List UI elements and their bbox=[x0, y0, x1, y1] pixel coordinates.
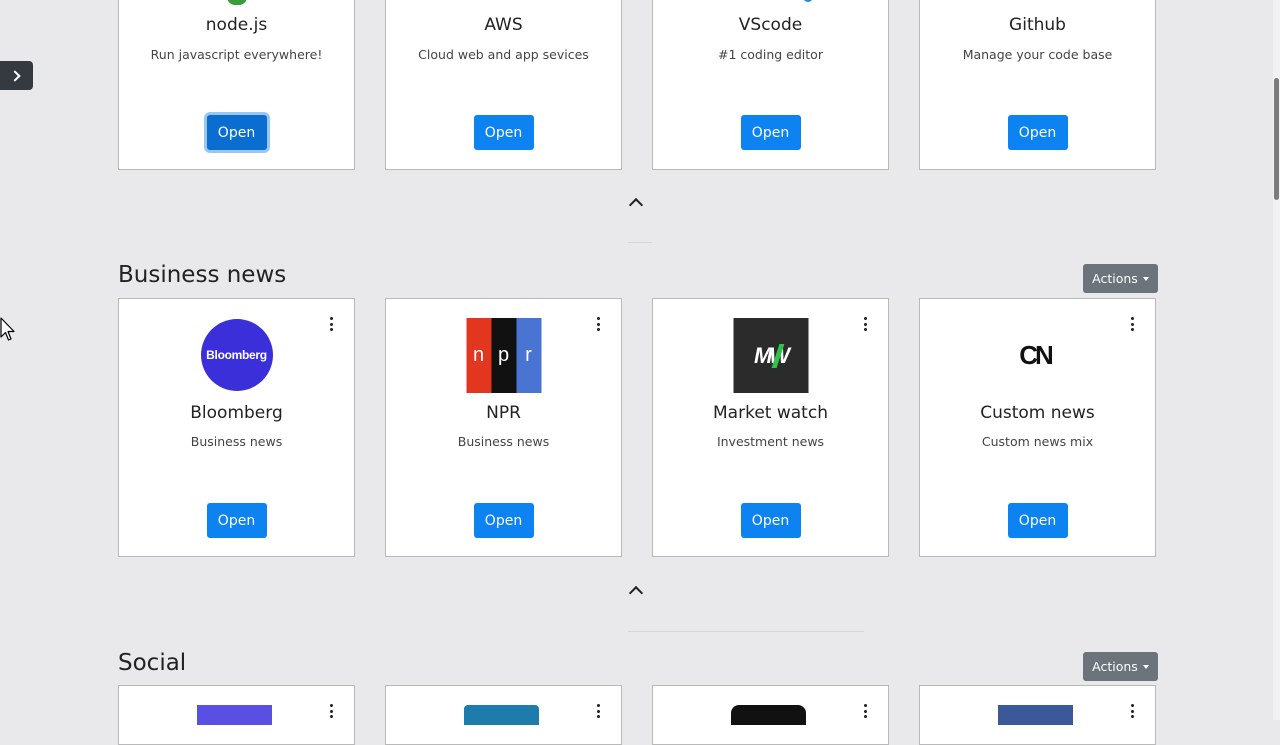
bloomberg-logo: Bloomberg bbox=[200, 319, 273, 391]
npr-logo: n p r bbox=[466, 318, 541, 393]
chevron-right-icon bbox=[9, 69, 21, 82]
social-logo bbox=[998, 705, 1073, 725]
open-button[interactable]: Open bbox=[740, 503, 801, 538]
more-options-icon[interactable] bbox=[594, 317, 602, 331]
card-title: NPR bbox=[486, 403, 521, 423]
marketwatch-logo: MW bbox=[733, 318, 808, 393]
social-logo bbox=[197, 705, 272, 725]
card-description: Investment news bbox=[716, 434, 825, 449]
app-card-nodejs: node.js Run javascript everywhere! Open bbox=[118, 0, 355, 170]
open-button[interactable]: Open bbox=[206, 503, 267, 538]
more-options-icon[interactable] bbox=[1128, 317, 1136, 331]
card-title: AWS bbox=[484, 15, 523, 35]
caret-down-icon bbox=[1142, 276, 1149, 281]
scrollbar-thumb[interactable] bbox=[1274, 78, 1279, 200]
card-description: Custom news mix bbox=[981, 434, 1094, 449]
news-card-bloomberg: Bloomberg Bloomberg Business news Open bbox=[118, 298, 355, 557]
more-options-icon[interactable] bbox=[861, 317, 869, 331]
app-card-aws: AWS Cloud web and app sevices Open bbox=[385, 0, 622, 170]
open-button[interactable]: Open bbox=[1007, 115, 1068, 150]
news-card-npr: n p r NPR Business news Open bbox=[385, 298, 622, 557]
card-description: Business news bbox=[190, 434, 283, 449]
social-logo bbox=[731, 705, 806, 725]
caret-down-icon bbox=[1142, 664, 1149, 669]
custom-news-logo: CN bbox=[998, 318, 1073, 393]
actions-label: Actions bbox=[1092, 659, 1138, 674]
more-options-icon[interactable] bbox=[327, 704, 335, 718]
vscode-logo-icon bbox=[803, 0, 813, 2]
card-title: Custom news bbox=[980, 403, 1095, 423]
open-button[interactable]: Open bbox=[1007, 503, 1068, 538]
more-options-icon[interactable] bbox=[1128, 704, 1136, 718]
app-card-github: Github Manage your code base Open bbox=[919, 0, 1156, 170]
more-options-icon[interactable] bbox=[594, 704, 602, 718]
news-card-market-watch: MW Market watch Investment news Open bbox=[652, 298, 889, 557]
section-title-social: Social bbox=[118, 650, 187, 676]
sidebar-toggle-button[interactable] bbox=[0, 61, 33, 90]
social-logo bbox=[464, 705, 539, 725]
open-button[interactable]: Open bbox=[206, 115, 267, 150]
card-description: #1 coding editor bbox=[718, 47, 823, 62]
section-title-business-news: Business news bbox=[118, 262, 287, 288]
more-options-icon[interactable] bbox=[327, 317, 335, 331]
card-description: Business news bbox=[457, 434, 550, 449]
open-button[interactable]: Open bbox=[473, 503, 534, 538]
actions-label: Actions bbox=[1092, 271, 1138, 286]
npr-logo-letter: n bbox=[466, 318, 491, 393]
actions-dropdown-button[interactable]: Actions bbox=[1083, 652, 1158, 681]
social-card bbox=[385, 685, 622, 745]
section-divider bbox=[628, 242, 652, 243]
collapse-section-chevron-icon[interactable] bbox=[628, 585, 644, 601]
custom-news-logo-text: CN bbox=[1019, 340, 1054, 370]
open-button[interactable]: Open bbox=[473, 115, 534, 150]
nodejs-logo-icon bbox=[227, 0, 247, 5]
card-title: VScode bbox=[738, 15, 803, 35]
social-card bbox=[118, 685, 355, 745]
npr-logo-letter: p bbox=[491, 318, 516, 393]
app-card-vscode: VScode #1 coding editor Open bbox=[652, 0, 889, 170]
social-card bbox=[652, 685, 889, 745]
more-options-icon[interactable] bbox=[861, 704, 869, 718]
card-title: Market watch bbox=[713, 403, 828, 423]
card-title: Bloomberg bbox=[190, 403, 283, 423]
card-description: Run javascript everywhere! bbox=[150, 47, 323, 62]
npr-logo-letter: r bbox=[516, 318, 541, 393]
news-card-custom-news: CN Custom news Custom news mix Open bbox=[919, 298, 1156, 557]
actions-dropdown-button[interactable]: Actions bbox=[1083, 264, 1158, 293]
section-divider bbox=[628, 631, 864, 632]
card-description: Cloud web and app sevices bbox=[418, 47, 589, 62]
bloomberg-logo-text: Bloomberg bbox=[206, 348, 267, 362]
open-button[interactable]: Open bbox=[740, 115, 801, 150]
card-title: node.js bbox=[205, 15, 268, 35]
card-title: Github bbox=[1009, 15, 1066, 35]
card-description: Manage your code base bbox=[962, 47, 1113, 62]
mouse-cursor-icon bbox=[0, 317, 15, 341]
collapse-section-chevron-icon[interactable] bbox=[628, 197, 644, 213]
social-card bbox=[919, 685, 1156, 745]
